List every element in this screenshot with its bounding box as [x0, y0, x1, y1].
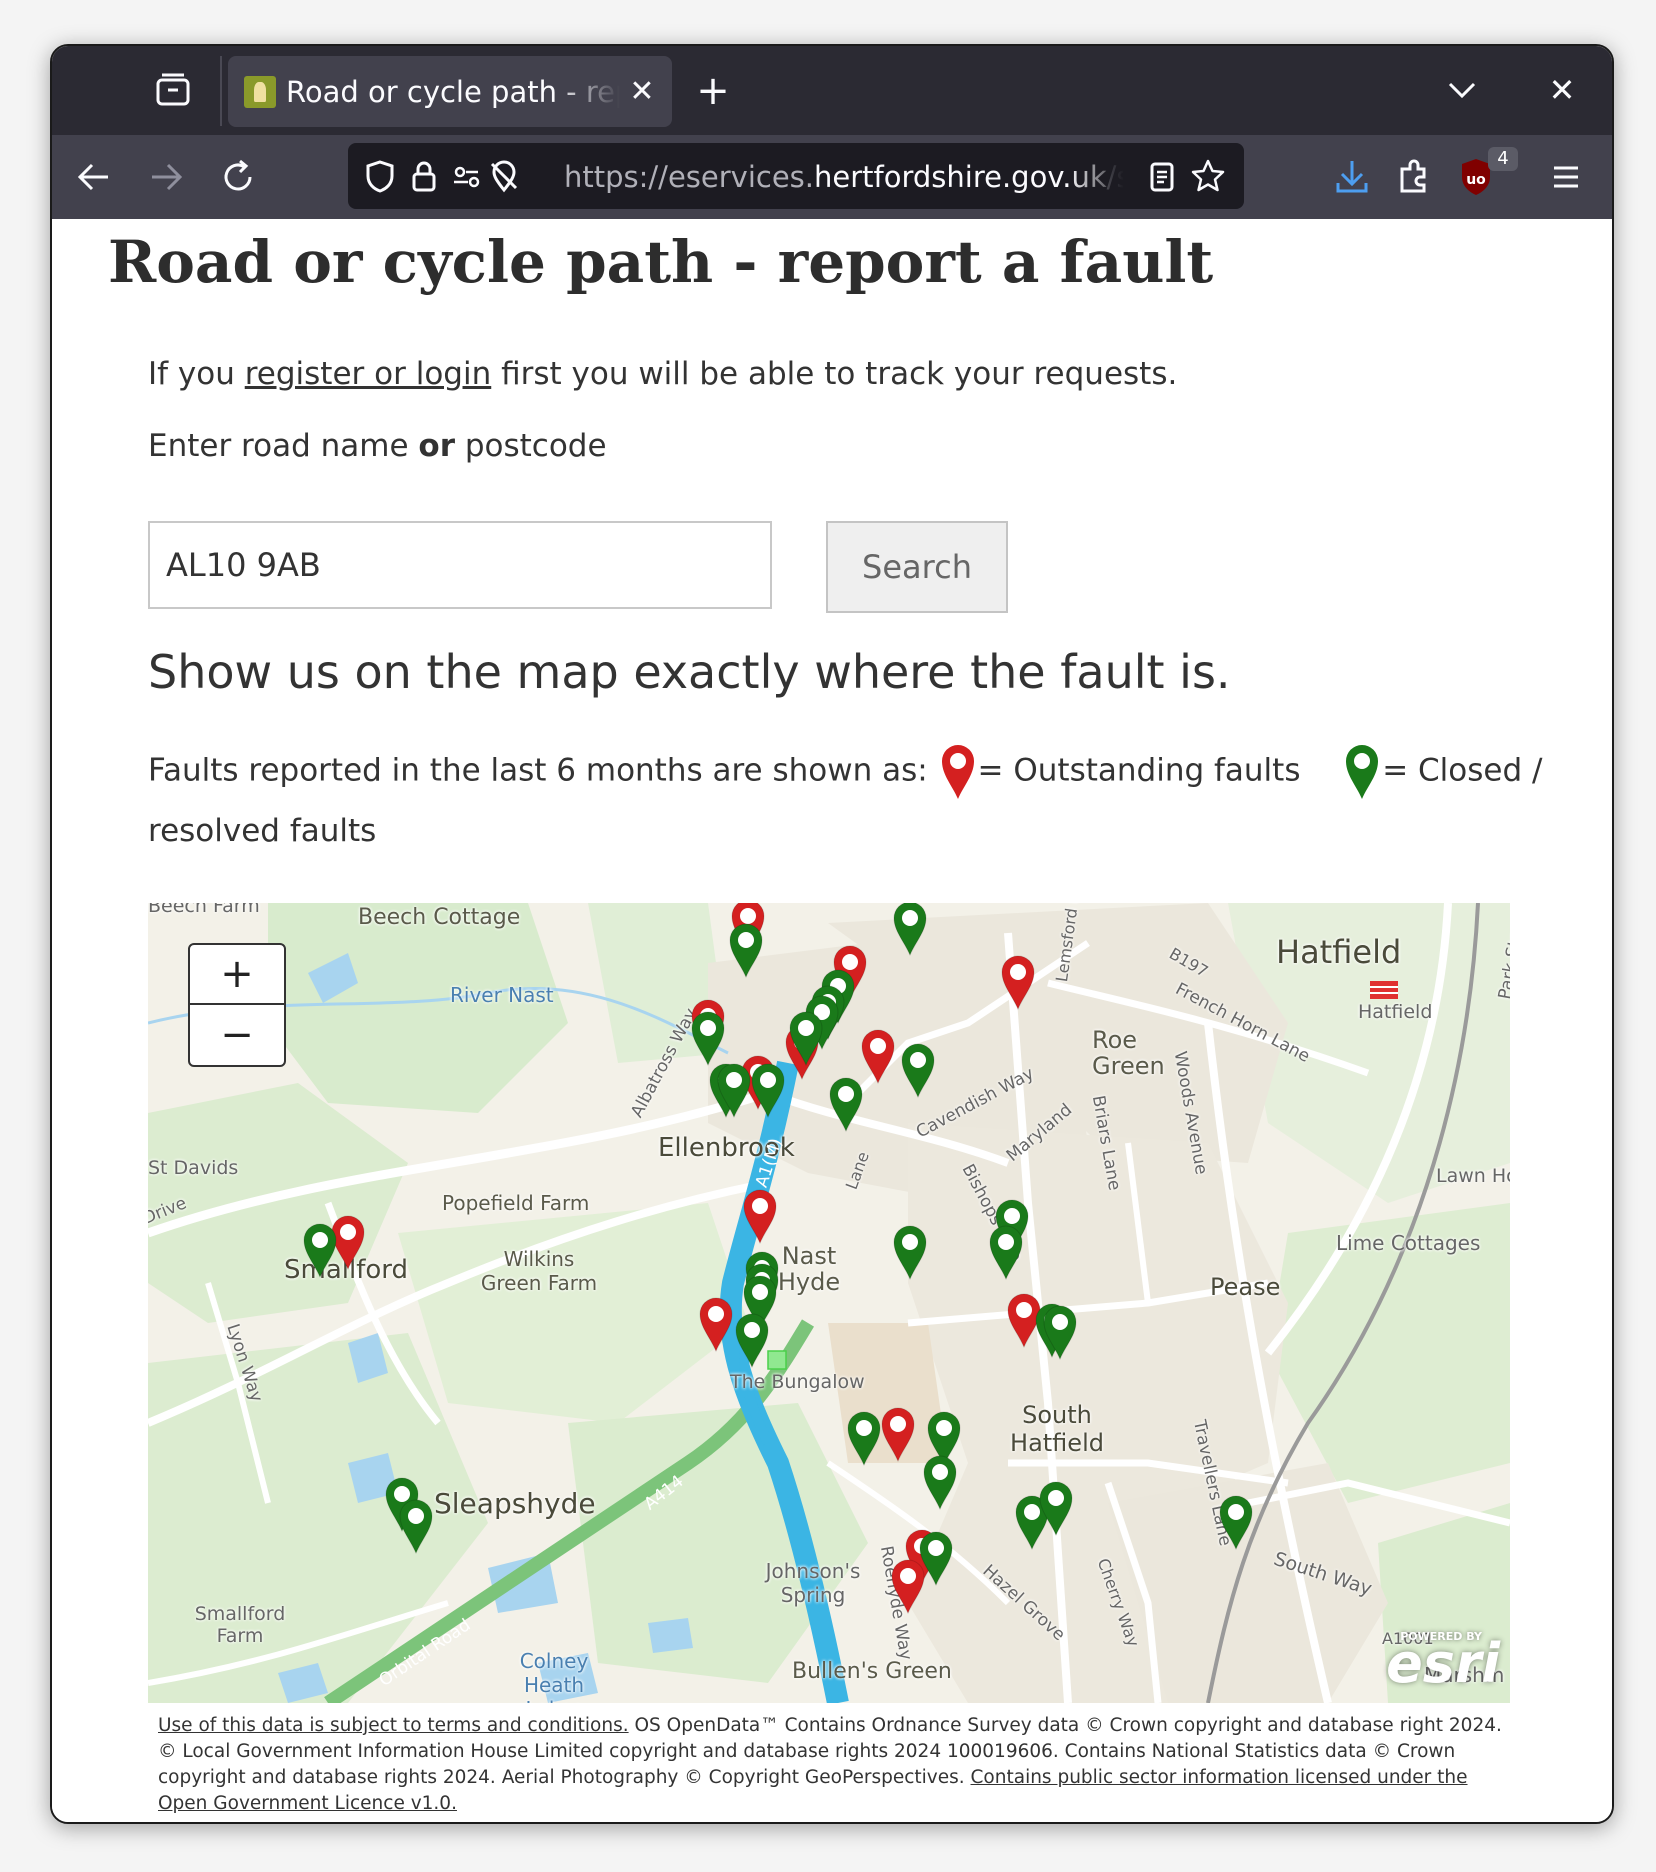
zoom-in-button[interactable]: +	[190, 945, 284, 1005]
closed-fault-marker[interactable]	[786, 1009, 826, 1067]
map-attribution: Use of this data is subject to terms and…	[158, 1713, 1508, 1817]
map-label: Beech Farm	[148, 903, 260, 917]
login-prompt-after: first you will be able to track your req…	[491, 356, 1178, 392]
map-label: Beech Cottage	[358, 905, 521, 930]
register-login-link[interactable]: register or login	[245, 356, 492, 392]
map-label: Hatfield	[1276, 933, 1402, 971]
closed-fault-marker[interactable]	[396, 1497, 436, 1555]
closed-fault-marker[interactable]	[890, 1223, 930, 1281]
url-text[interactable]: https://eservices.hertfordshire.gov.uk/s…	[564, 157, 1124, 197]
closed-fault-marker[interactable]	[1216, 1493, 1256, 1551]
map-heading: Show us on the map exactly where the fau…	[148, 645, 1231, 699]
lock-icon[interactable]	[404, 156, 444, 196]
url-host: hertfordshire.gov.uk	[814, 160, 1107, 194]
forward-arrow-icon[interactable]	[142, 153, 190, 201]
map-label: Smallford Farm	[194, 1603, 286, 1647]
outstanding-fault-marker[interactable]	[888, 1557, 928, 1615]
hertfordshire-favicon-icon	[244, 76, 276, 108]
outstanding-fault-marker[interactable]	[878, 1405, 918, 1463]
tab-list-chevron-icon[interactable]	[1442, 70, 1482, 110]
terms-conditions-link[interactable]: Use of this data is subject to terms and…	[158, 1715, 629, 1736]
closed-fault-marker[interactable]	[1036, 1479, 1076, 1537]
outstanding-fault-marker[interactable]	[740, 1187, 780, 1245]
downloads-icon[interactable]	[1328, 153, 1376, 201]
fault-map[interactable]: Beech Farm Beech Cottage River Nast Hatf…	[148, 903, 1510, 1703]
outstanding-fault-marker[interactable]	[998, 953, 1038, 1011]
closed-fault-marker[interactable]	[688, 1009, 728, 1067]
closed-fault-marker[interactable]	[920, 1453, 960, 1511]
outstanding-fault-marker[interactable]	[696, 1295, 736, 1353]
navigation-bar: https://eservices.hertfordshire.gov.uk/s…	[52, 135, 1612, 219]
map-label: Popefield Farm	[442, 1191, 590, 1215]
map-label: Hatfield	[1358, 1001, 1433, 1023]
closed-fault-marker[interactable]	[300, 1221, 340, 1279]
map-label: Johnson's Spring	[765, 1559, 861, 1607]
tab-bar: Road or cycle path - report a fault ✕ + …	[52, 46, 1612, 135]
map-label: St Davids	[148, 1157, 239, 1179]
url-bar[interactable]: https://eservices.hertfordshire.gov.uk/s…	[348, 143, 1244, 209]
legend-closed: = Closed /	[1382, 752, 1543, 789]
esri-logo: esri	[1386, 1632, 1500, 1695]
window-close-button[interactable]: ✕	[1542, 66, 1582, 114]
closed-fault-marker[interactable]	[732, 1311, 772, 1369]
new-tab-button[interactable]: +	[690, 68, 736, 114]
legend-closed-continued: resolved faults	[148, 813, 377, 849]
browser-window: Road or cycle path - report a fault ✕ + …	[50, 44, 1614, 1824]
bookmark-star-icon[interactable]	[1188, 156, 1228, 196]
url-suffix: /service/road-or-cycle-path	[1106, 160, 1124, 194]
search-label-after: postcode	[454, 428, 607, 464]
map-label: Roe Green	[1092, 1026, 1165, 1080]
legend-intro: Faults reported in the last 6 months are…	[148, 752, 938, 789]
svg-text:uo: uo	[1466, 172, 1486, 188]
search-label-before: Enter road name	[148, 428, 419, 464]
map-label: The Bungalow	[730, 1371, 865, 1393]
tab-title: Road or cycle path - report a fault	[286, 75, 620, 109]
map-label: Nast Hyde	[777, 1242, 841, 1296]
closed-fault-marker[interactable]	[748, 1061, 788, 1119]
extension-count-badge: 4	[1488, 147, 1518, 171]
reload-icon[interactable]	[214, 153, 262, 201]
zoom-out-button[interactable]: −	[190, 1006, 284, 1066]
closed-marker-icon	[1346, 744, 1379, 799]
reader-view-icon[interactable]	[1142, 156, 1182, 196]
closed-fault-marker[interactable]	[898, 1041, 938, 1099]
map-label: Pease	[1210, 1273, 1281, 1301]
extensions-puzzle-icon[interactable]	[1390, 153, 1438, 201]
map-label: Lime Cottages	[1336, 1231, 1481, 1255]
closed-fault-marker[interactable]	[726, 921, 766, 979]
back-arrow-icon[interactable]	[70, 153, 118, 201]
map-label: South Hatfield	[1010, 1401, 1104, 1457]
zoom-control: + −	[188, 943, 286, 1067]
map-label: Wilkins Green Farm	[480, 1247, 598, 1295]
outstanding-marker-icon	[941, 744, 974, 799]
tab-divider	[220, 56, 222, 126]
closed-fault-marker[interactable]	[826, 1075, 866, 1133]
map-label: Sleapshyde	[434, 1487, 596, 1520]
legend-outstanding: = Outstanding faults	[977, 752, 1301, 789]
road-postcode-input[interactable]	[148, 521, 772, 609]
login-prompt-before: If you	[148, 356, 245, 392]
closed-fault-marker[interactable]	[890, 903, 930, 957]
login-prompt: If you register or login first you will …	[148, 354, 1177, 394]
map-label: River Nast	[450, 983, 554, 1007]
hamburger-menu-icon[interactable]	[1542, 153, 1590, 201]
map-label: Bullen's Green	[792, 1659, 952, 1684]
url-prefix: https://eservices.	[564, 160, 814, 194]
closed-fault-marker[interactable]	[986, 1223, 1026, 1281]
tracking-shield-icon[interactable]	[360, 156, 400, 196]
search-label: Enter road name or postcode	[148, 426, 607, 466]
page-content: Road or cycle path - report a fault If y…	[52, 219, 1612, 1822]
page-title: Road or cycle path - report a fault	[108, 228, 1214, 296]
tab-close-icon[interactable]: ✕	[626, 74, 658, 110]
active-tab[interactable]: Road or cycle path - report a fault ✕	[228, 56, 672, 127]
search-label-or: or	[418, 428, 455, 464]
tab-overview-icon[interactable]	[152, 70, 194, 112]
map-label: Colney Heath Lakes	[519, 1649, 589, 1703]
legend-line: Faults reported in the last 6 months are…	[148, 739, 1542, 799]
map-label: Lawn Hc	[1436, 1165, 1510, 1187]
permissions-icon[interactable]	[448, 156, 488, 196]
search-button[interactable]: Search	[826, 521, 1008, 613]
closed-fault-marker[interactable]	[1040, 1303, 1080, 1361]
location-blocked-icon[interactable]	[484, 156, 524, 196]
